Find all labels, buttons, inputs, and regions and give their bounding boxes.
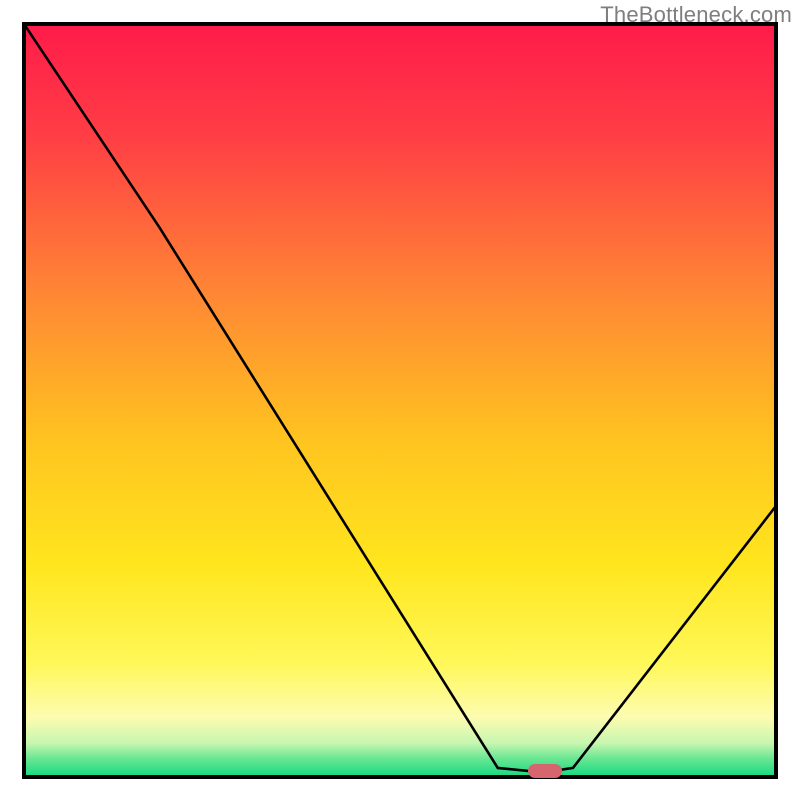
chart-container: TheBottleneck.com — [0, 0, 800, 800]
target-marker — [528, 764, 562, 778]
watermark-text: TheBottleneck.com — [600, 2, 792, 28]
bottleneck-chart — [0, 0, 800, 800]
plot-background — [24, 24, 776, 777]
